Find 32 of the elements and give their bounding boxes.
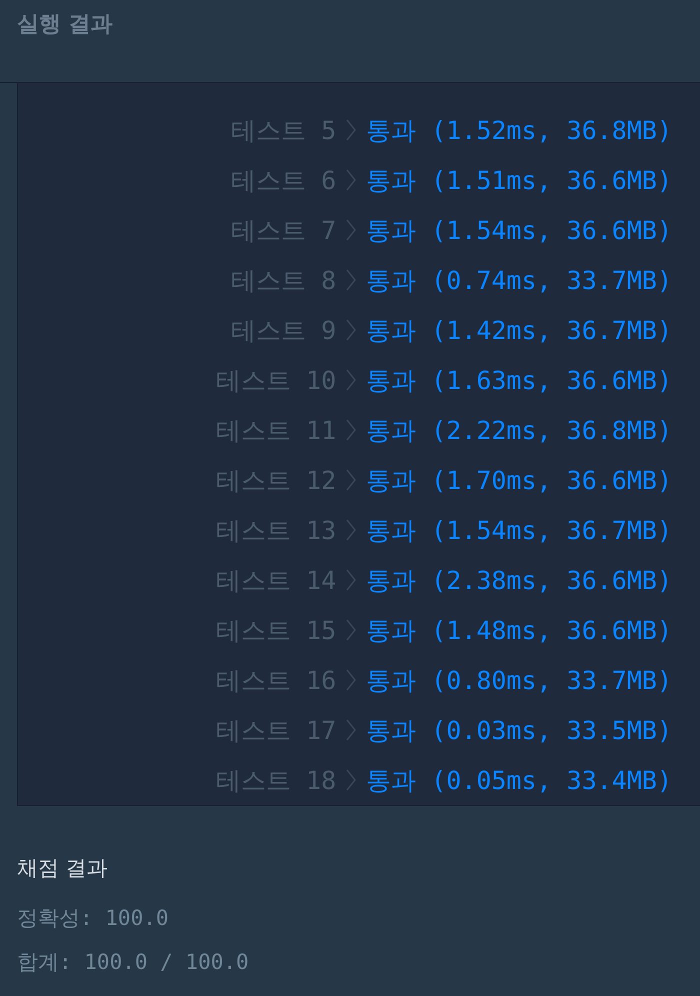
chevron-icon [346,319,356,341]
chevron-icon [346,619,356,641]
chevron-icon [346,769,356,791]
chevron-icon [346,219,356,241]
test-result: 통과 (2.38ms, 36.6MB) [366,564,672,596]
test-result: 통과 (1.48ms, 36.6MB) [366,614,672,646]
test-result: 통과 (1.52ms, 36.8MB) [366,114,672,146]
grading-title: 채점 결과 [17,855,109,882]
score-line: 합계: 100.0 / 100.0 [17,949,250,976]
chevron-icon [346,119,356,141]
test-result: 통과 (1.54ms, 36.7MB) [366,514,672,546]
test-result: 통과 (0.03ms, 33.5MB) [366,714,672,746]
chevron-icon [346,419,356,441]
chevron-icon [346,569,356,591]
chevron-icon [346,369,356,391]
test-result: 통과 (1.51ms, 36.6MB) [366,164,672,196]
test-result: 통과 (1.63ms, 36.6MB) [366,364,672,396]
test-result: 통과 (0.05ms, 33.4MB) [366,764,672,796]
test-result: 통과 (1.54ms, 36.6MB) [366,214,672,246]
chevron-icon [346,719,356,741]
panel-title: 실행 결과 [17,11,113,39]
chevron-icon [346,469,356,491]
chevron-icon [346,669,356,691]
test-result: 통과 (2.22ms, 36.8MB) [366,414,672,446]
chevron-icon [346,169,356,191]
chevron-icon [346,519,356,541]
score-line: 정확성: 100.0 [17,905,170,932]
test-result: 통과 (0.74ms, 33.7MB) [366,264,672,296]
test-result: 통과 (0.80ms, 33.7MB) [366,664,672,696]
chevron-icon [346,269,356,291]
test-result: 통과 (1.42ms, 36.7MB) [366,314,672,346]
test-result: 통과 (1.70ms, 36.6MB) [366,464,672,496]
